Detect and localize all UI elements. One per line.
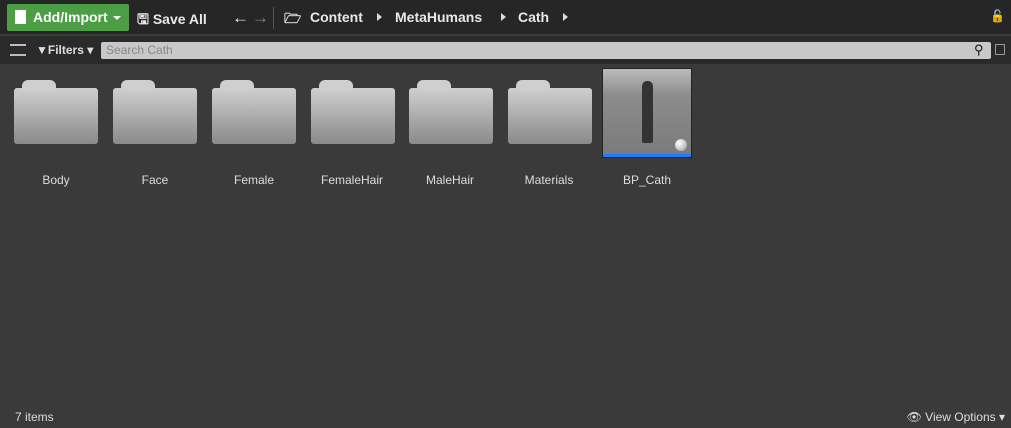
- item-label: Materials: [524, 173, 574, 187]
- folder-icon: [508, 80, 592, 144]
- item-label: Body: [42, 173, 70, 187]
- breadcrumb-cath[interactable]: Cath: [518, 9, 549, 25]
- item-count: 7 items: [15, 410, 54, 424]
- breadcrumb-metahumans[interactable]: MetaHumans: [395, 9, 482, 25]
- folder-femalehair[interactable]: [311, 80, 395, 144]
- breadcrumb-arrow-icon[interactable]: [501, 13, 506, 21]
- save-icon: 🖫: [137, 11, 149, 27]
- sphere-icon: [675, 139, 687, 151]
- folder-icon: [113, 80, 197, 144]
- character-figure: [642, 81, 653, 143]
- folder-body[interactable]: [14, 80, 98, 144]
- folder-face[interactable]: [113, 80, 197, 144]
- item-label: Face: [141, 173, 169, 187]
- folder-icon: [212, 80, 296, 144]
- folder-female[interactable]: [212, 80, 296, 144]
- folder-icon: [409, 80, 493, 144]
- item-label: FemaleHair: [320, 173, 383, 187]
- item-label: BP_Cath: [622, 173, 672, 187]
- back-button[interactable]: ←: [232, 8, 249, 28]
- save-search-icon[interactable]: [995, 44, 1005, 55]
- save-all-button[interactable]: 🖫 Save All: [137, 9, 207, 33]
- search-input[interactable]: Search Cath: [101, 42, 991, 59]
- folder-icon: [14, 80, 98, 144]
- sources-toggle-icon[interactable]: [10, 44, 26, 56]
- breadcrumb-content[interactable]: Content: [310, 9, 363, 25]
- add-import-button[interactable]: Add/Import: [7, 4, 129, 31]
- item-label: MaleHair: [425, 173, 474, 187]
- chevron-down-icon: [113, 16, 121, 20]
- file-icon: [15, 10, 26, 24]
- breadcrumb-arrow-icon[interactable]: [377, 13, 382, 21]
- eye-icon: 👁: [906, 410, 922, 424]
- search-icon[interactable]: ⚲: [974, 42, 984, 58]
- filters-button[interactable]: ▼Filters ▾: [36, 43, 93, 57]
- toolbar: Add/Import 🖫 Save All ← → 🗁 Content Meta…: [0, 0, 1011, 34]
- forward-button[interactable]: →: [252, 8, 269, 28]
- folder-malehair[interactable]: [409, 80, 493, 144]
- selection-bar: [603, 154, 691, 157]
- folder-open-icon: 🗁: [284, 10, 302, 26]
- bp-cath-thumbnail[interactable]: [602, 68, 692, 158]
- view-options-button[interactable]: 👁 View Options ▾: [907, 410, 1005, 424]
- breadcrumb-arrow-icon[interactable]: [563, 13, 568, 21]
- divider: [273, 7, 274, 29]
- folder-materials[interactable]: [508, 80, 592, 144]
- item-label: Female: [233, 173, 274, 187]
- lock-icon[interactable]: 🔓: [990, 9, 1005, 23]
- folder-icon: [311, 80, 395, 144]
